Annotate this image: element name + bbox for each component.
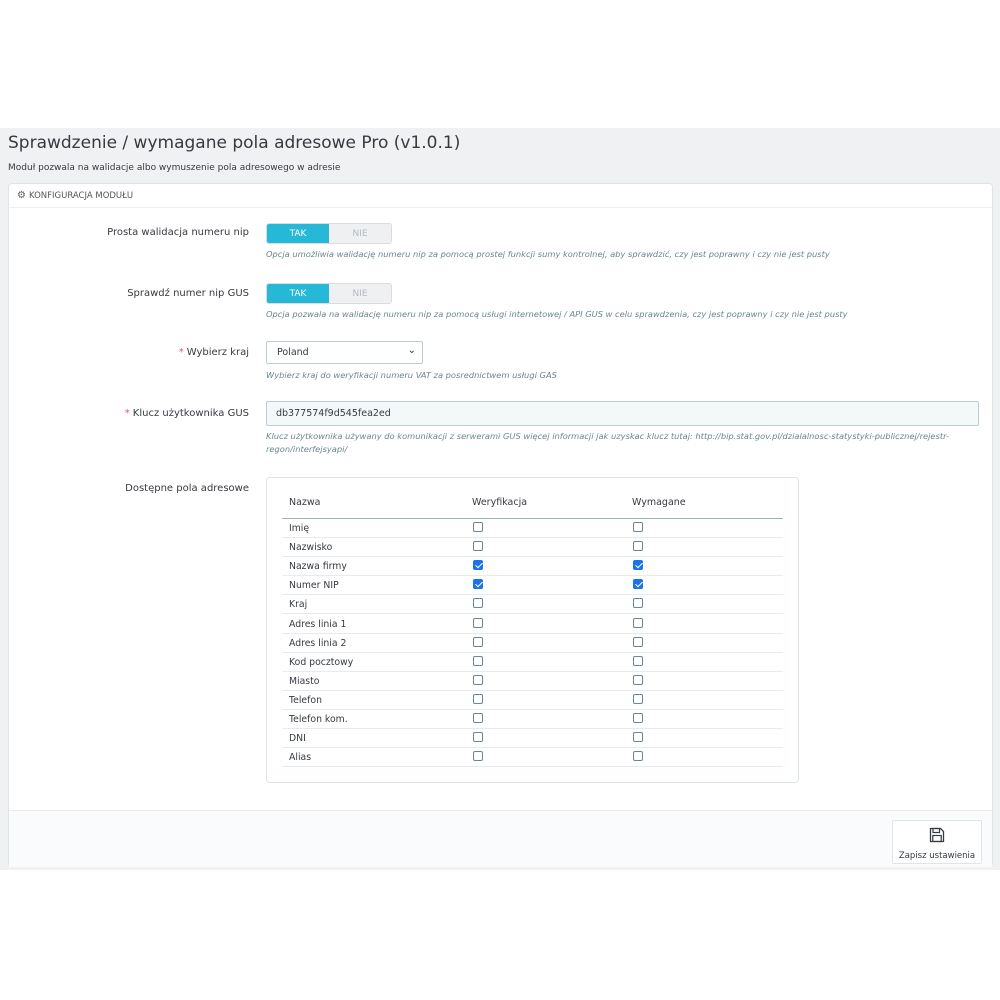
page-subtitle: Moduł pozwala na walidacje albo wymuszen… [8, 163, 341, 173]
required-checkbox[interactable] [633, 598, 643, 609]
column-header-name: Nazwa [289, 497, 321, 508]
column-header-required: Wymagane [632, 497, 686, 508]
table-row: Adres linia 1 [282, 615, 783, 634]
required-checkbox[interactable] [633, 522, 643, 532]
table-row: Nazwisko [282, 538, 783, 558]
verify-checkbox[interactable] [473, 674, 483, 685]
nip-gus-label: Sprawdź numer nip GUS [127, 288, 249, 299]
verify-checkbox[interactable] [473, 579, 483, 590]
field-name: Nazwa firmy [289, 561, 347, 573]
field-name: Imię [289, 523, 310, 534]
nip-validation-label: Prosta walidacja numeru nip [107, 227, 249, 238]
field-name: Nazwisko [289, 542, 333, 554]
table-row: Kod pocztowy [282, 653, 783, 672]
field-name: Telefon [289, 694, 322, 706]
field-name: Telefon kom. [289, 714, 348, 725]
field-name: DNI [289, 733, 306, 745]
table-row: Imię [282, 519, 783, 538]
verify-checkbox[interactable] [473, 617, 483, 628]
address-fields-label: Dostępne pola adresowe [125, 483, 249, 494]
table-row: Alias [282, 748, 783, 768]
panel-heading-label: KONFIGURACJA MODUŁU [28, 190, 134, 201]
required-checkbox[interactable] [633, 713, 643, 723]
verify-checkbox[interactable] [473, 655, 483, 666]
table-row: Adres linia 2 [282, 634, 783, 653]
nip-validation-switch[interactable]: TAK NIE [266, 223, 392, 244]
required-checkbox[interactable] [633, 560, 643, 571]
table-row: Telefon kom. [282, 710, 783, 729]
table-row: Kraj [282, 595, 783, 615]
required-checkbox[interactable] [633, 732, 643, 743]
save-button-label: Zapisz ustawienia [898, 851, 976, 861]
save-button[interactable]: Zapisz ustawienia [892, 820, 982, 864]
nip-gus-yes[interactable]: TAK [267, 284, 329, 303]
table-row: DNI [282, 729, 783, 749]
address-fields-table: Nazwa Weryfikacja Wymagane Imię Nazwisko N… [266, 477, 799, 783]
panel-heading: ⚙ KONFIGURACJA MODUŁU [9, 184, 992, 208]
country-select[interactable]: Poland ⌄ [266, 341, 423, 364]
required-checkbox[interactable] [633, 636, 643, 647]
required-checkbox[interactable] [633, 579, 643, 590]
required-mark: * [178, 347, 184, 358]
chevron-down-icon: ⌄ [407, 345, 416, 356]
gus-key-value: db377574f9d545fea2ed [276, 408, 391, 419]
verify-checkbox[interactable] [473, 732, 483, 743]
verify-checkbox[interactable] [473, 713, 483, 723]
required-checkbox[interactable] [633, 693, 643, 704]
table-row: Telefon [282, 691, 783, 710]
field-name: Adres linia 2 [289, 637, 347, 649]
country-help: Wybierz kraj do weryfikacji numeru VAT z… [266, 370, 557, 380]
required-checkbox[interactable] [633, 541, 643, 552]
required-checkbox[interactable] [633, 674, 643, 685]
table-row: Nazwa firmy [282, 557, 783, 577]
required-mark: * [124, 408, 130, 419]
country-label: * Wybierz kraj [179, 347, 249, 358]
field-name: Kod pocztowy [289, 656, 354, 668]
required-checkbox[interactable] [633, 617, 643, 628]
verify-checkbox[interactable] [473, 693, 483, 704]
nip-validation-no[interactable]: NIE [329, 224, 391, 243]
verify-checkbox[interactable] [473, 560, 483, 571]
field-name: Alias [289, 752, 312, 764]
floppy-disk-icon [929, 827, 945, 843]
gears-icon: ⚙ [17, 190, 26, 201]
nip-gus-switch[interactable]: TAK NIE [266, 283, 392, 304]
nip-validation-help: Opcja umożliwia walidację numeru nip za … [266, 249, 830, 259]
column-header-verification: Weryfikacja [472, 497, 528, 508]
config-panel: ⚙ KONFIGURACJA MODUŁU Prosta walidacja n… [8, 183, 993, 867]
verify-checkbox[interactable] [473, 598, 483, 609]
gus-key-help: Klucz użytkownika używany do komunikacji… [266, 431, 950, 454]
verify-checkbox[interactable] [473, 636, 483, 647]
panel-footer: Zapisz ustawienia [9, 810, 992, 867]
field-name: Miasto [289, 675, 320, 687]
table-row: Numer NIP [282, 576, 783, 596]
field-name: Adres linia 1 [289, 618, 347, 630]
gus-key-input[interactable]: db377574f9d545fea2ed [266, 401, 979, 426]
gus-key-label-text: Klucz użytkownika GUS [132, 408, 249, 419]
gus-key-label: * Klucz użytkownika GUS [125, 408, 249, 419]
nip-validation-yes[interactable]: TAK [267, 224, 329, 243]
verify-checkbox[interactable] [473, 751, 483, 762]
country-select-value: Poland [277, 347, 309, 358]
table-row: Miasto [282, 672, 783, 691]
country-label-text: Wybierz kraj [186, 347, 249, 358]
field-name: Kraj [289, 599, 308, 611]
page-title: Sprawdzenie / wymagane pola adresowe Pro… [8, 133, 461, 153]
required-checkbox[interactable] [633, 655, 643, 666]
verify-checkbox[interactable] [473, 541, 483, 552]
field-name: Numer NIP [289, 580, 339, 592]
nip-gus-help: Opcja pozwala na walidację numeru nip za… [266, 309, 848, 319]
verify-checkbox[interactable] [473, 522, 483, 532]
required-checkbox[interactable] [633, 751, 643, 762]
nip-gus-no[interactable]: NIE [329, 284, 391, 303]
